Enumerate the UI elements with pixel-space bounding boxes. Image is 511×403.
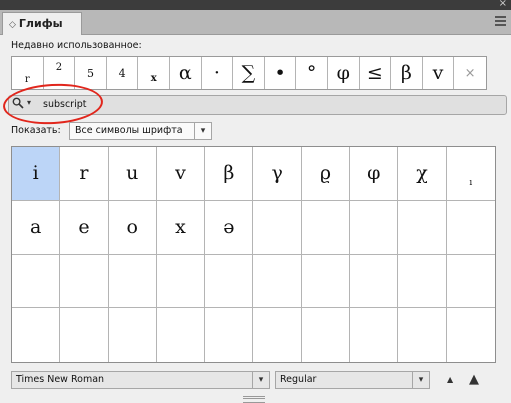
glyph-cell[interactable]: β	[205, 147, 254, 201]
recent-glyph[interactable]: •	[265, 57, 297, 89]
recent-glyph[interactable]: β	[391, 57, 423, 89]
font-style-dropdown[interactable]: Regular ▾	[275, 371, 430, 389]
tab-label: Глифы	[18, 17, 63, 30]
glyph-cell-empty	[350, 254, 399, 309]
glyph-cell[interactable]: φ	[350, 147, 399, 201]
glyph-cell[interactable]: x	[156, 200, 206, 255]
chevron-down-icon[interactable]: ▾	[194, 123, 211, 139]
recent-glyph[interactable]: ·	[202, 57, 234, 89]
glyph-cell-empty	[253, 200, 302, 255]
zoom-out-icon[interactable]: ▲	[447, 376, 453, 384]
glyph-cell-empty	[253, 308, 302, 362]
glyph-cell-empty	[447, 308, 495, 362]
glyph-cell[interactable]: ϱ	[301, 147, 351, 201]
panel-tab-row: ◇ Глифы	[0, 10, 511, 35]
glyphs-panel: × ◇ Глифы Недавно использованное: r 2 5 4…	[0, 0, 511, 403]
glyph-cell-empty	[301, 254, 351, 309]
recent-glyph[interactable]: ∑	[233, 57, 265, 89]
glyph-cell-empty	[446, 255, 495, 309]
glyph-grid: i r u v β γ ϱ φ χ ı a e o x ə	[11, 146, 496, 363]
chevron-down-icon[interactable]: ▾	[252, 372, 269, 388]
recent-glyph[interactable]: φ	[328, 57, 360, 89]
recent-glyph[interactable]: ×	[454, 57, 486, 89]
glyph-cell-empty	[109, 308, 157, 362]
show-filter-value: Все символы шрифта	[75, 125, 183, 136]
glyph-cell-empty	[12, 308, 61, 362]
glyph-cell[interactable]: o	[108, 200, 157, 255]
recent-glyphs-strip: r 2 5 4 x α · ∑ • ° φ ≤ β v ×	[11, 56, 487, 90]
glyph-cell[interactable]: γ	[253, 147, 302, 201]
glyph-cell-empty	[350, 308, 399, 362]
panel-top-bar: ×	[0, 0, 511, 10]
glyph-cell-empty	[302, 308, 351, 362]
recent-glyph[interactable]: α	[170, 57, 202, 89]
glyph-cell[interactable]: a	[12, 200, 61, 255]
recent-glyph[interactable]: °	[296, 57, 328, 89]
glyph-cell[interactable]: ı	[446, 147, 495, 201]
glyph-cell[interactable]: e	[60, 200, 109, 255]
glyph-cell-empty	[156, 254, 206, 309]
glyph-cell-empty	[108, 254, 157, 309]
glyph-cell-empty	[205, 254, 254, 309]
font-family-value: Times New Roman	[16, 374, 105, 385]
glyph-cell-empty	[398, 254, 447, 309]
resize-grip-icon[interactable]	[243, 396, 265, 403]
glyph-cell-empty	[60, 254, 109, 309]
glyph-cell[interactable]: v	[156, 147, 206, 201]
glyph-cell-empty	[398, 200, 447, 255]
recent-glyph[interactable]: v	[423, 57, 455, 89]
tab-collapse-icon[interactable]: ◇	[9, 20, 16, 30]
glyph-cell[interactable]: χ	[398, 147, 447, 201]
glyph-cell[interactable]: r	[60, 147, 109, 201]
glyph-cell-empty	[205, 308, 254, 362]
glyph-cell-empty	[446, 201, 495, 255]
glyph-cell[interactable]: ə	[205, 200, 254, 255]
recent-label: Недавно использованное:	[11, 40, 142, 51]
close-icon[interactable]: ×	[499, 0, 507, 10]
glyph-cell[interactable]: u	[108, 147, 157, 201]
glyph-cell-empty	[12, 254, 61, 309]
recent-glyph[interactable]: 5	[75, 57, 107, 89]
glyph-cell-empty	[60, 308, 109, 362]
recent-glyph[interactable]: r	[12, 57, 44, 89]
font-style-value: Regular	[280, 374, 317, 385]
recent-glyph[interactable]: x	[138, 57, 170, 89]
font-family-dropdown[interactable]: Times New Roman ▾	[11, 371, 270, 389]
tab-glyphs[interactable]: ◇ Глифы	[2, 12, 82, 35]
show-label: Показать:	[11, 125, 61, 136]
glyph-cell[interactable]: i	[12, 147, 61, 201]
glyph-cell-empty	[157, 308, 206, 362]
recent-glyph[interactable]: ≤	[360, 57, 392, 89]
zoom-in-icon[interactable]: ▲	[469, 373, 479, 386]
panel-menu-icon[interactable]	[495, 16, 506, 28]
glyph-cell-empty	[301, 200, 351, 255]
show-filter-dropdown[interactable]: Все символы шрифта ▾	[69, 122, 212, 140]
glyph-cell-empty	[398, 308, 447, 362]
recent-glyph[interactable]: 4	[107, 57, 139, 89]
chevron-down-icon[interactable]: ▾	[412, 372, 429, 388]
glyph-cell-empty	[253, 254, 302, 309]
glyph-cell-empty	[350, 200, 399, 255]
